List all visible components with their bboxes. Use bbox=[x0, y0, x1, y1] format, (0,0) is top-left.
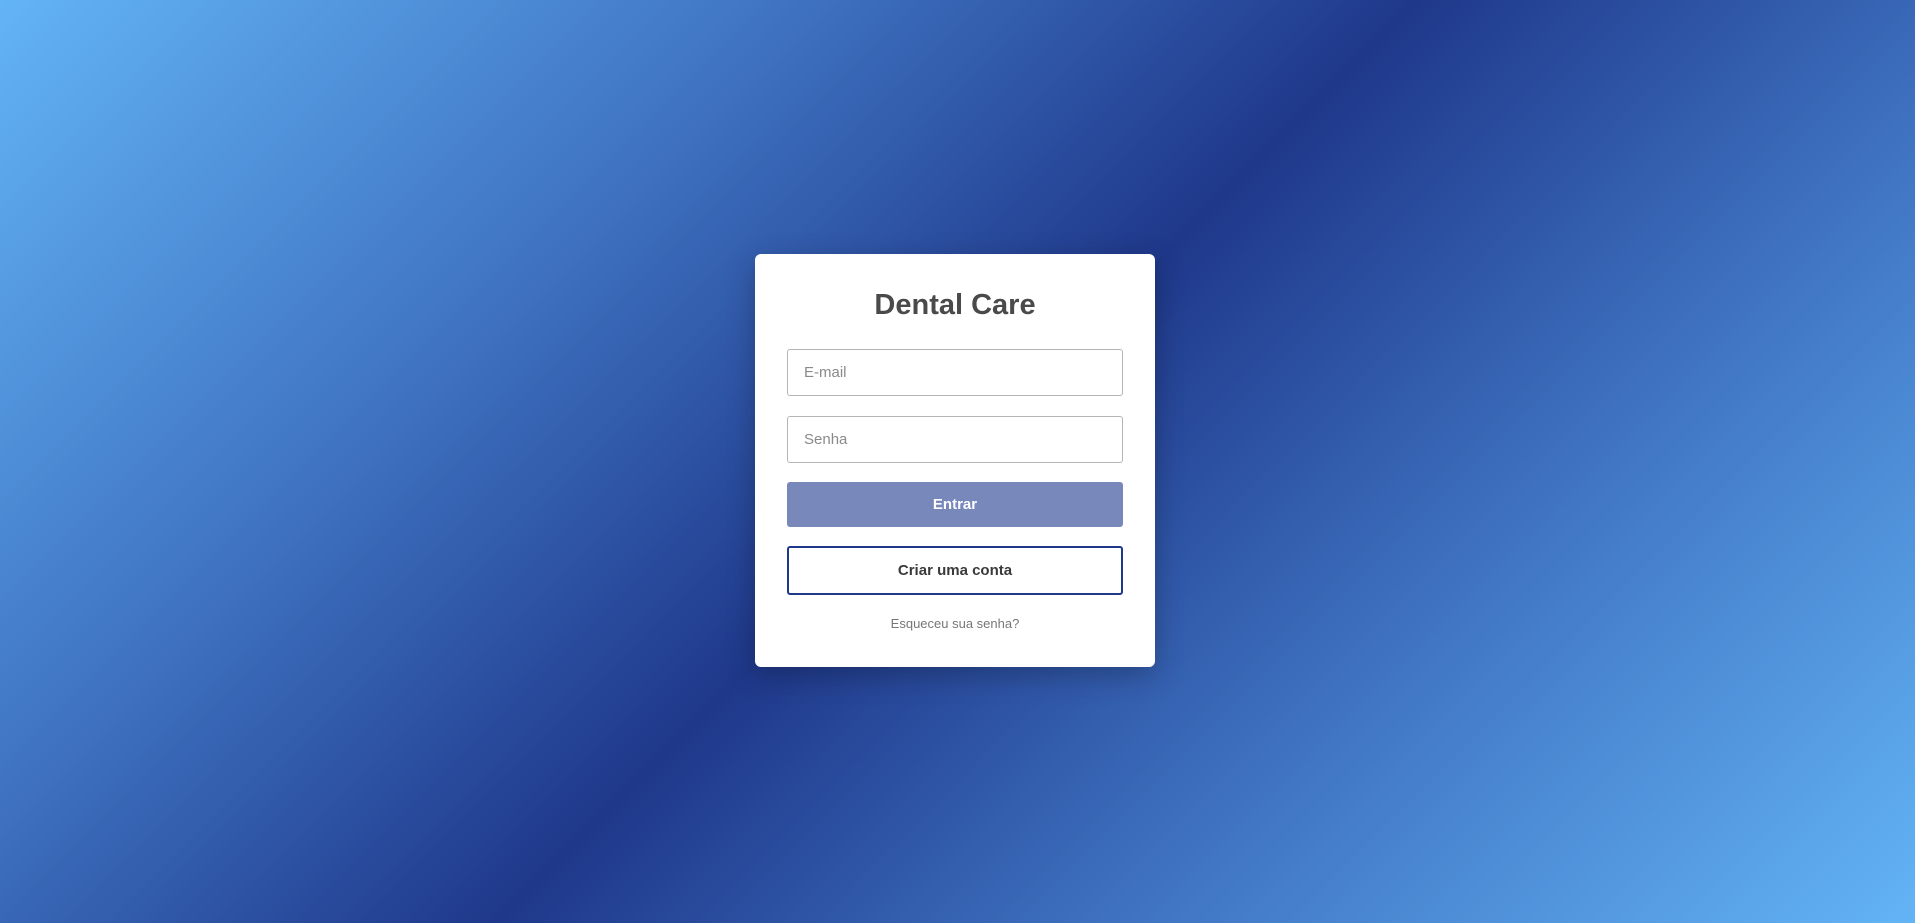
forgot-password-link[interactable]: Esqueceu sua senha? bbox=[755, 616, 1155, 631]
login-button[interactable]: Entrar bbox=[787, 482, 1123, 527]
login-card: Dental Care Entrar Criar uma conta Esque… bbox=[755, 254, 1155, 667]
password-input[interactable] bbox=[787, 416, 1123, 463]
email-input[interactable] bbox=[787, 349, 1123, 396]
app-title: Dental Care bbox=[874, 289, 1036, 321]
create-account-button[interactable]: Criar uma conta bbox=[787, 546, 1123, 595]
